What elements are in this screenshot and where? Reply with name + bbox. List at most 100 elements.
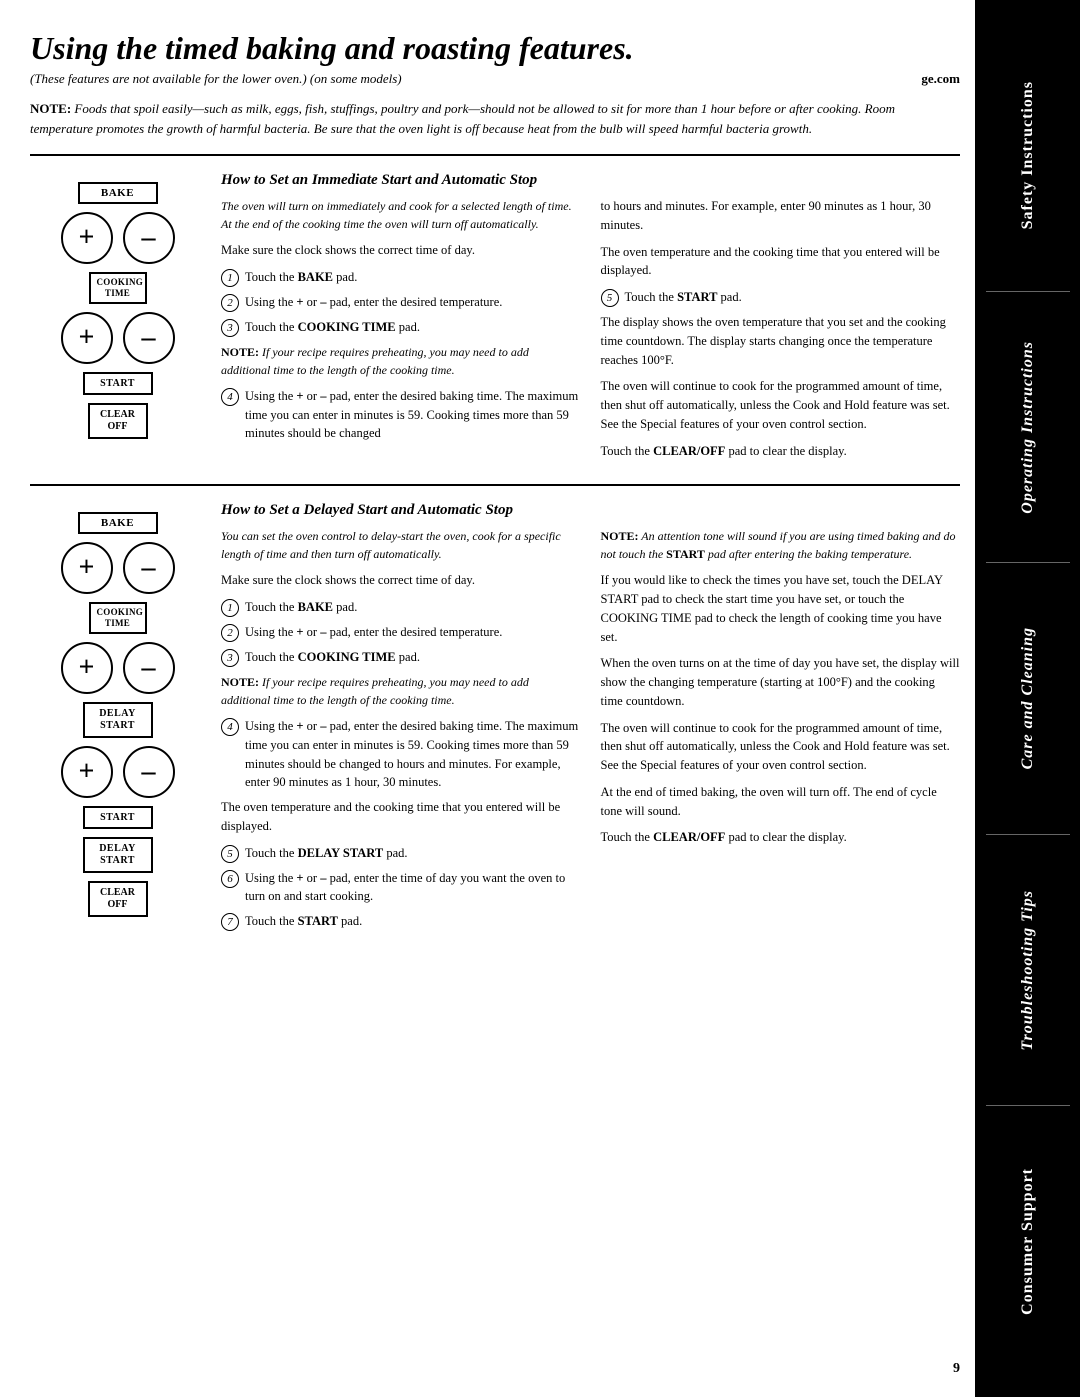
cooking-time-button-2[interactable]: COOKING TIME bbox=[89, 602, 147, 634]
cooking-time-button-1[interactable]: COOKING TIME bbox=[89, 272, 147, 304]
section1-left: The oven will turn on immediately and co… bbox=[221, 197, 581, 468]
step-2-2: 2 Using the + or – pad, enter the desire… bbox=[221, 623, 581, 642]
delay-start-button-1[interactable]: DELAY START bbox=[83, 702, 153, 738]
section2-two-col: You can set the oven control to delay-st… bbox=[221, 527, 960, 937]
step-1-4: 4 Using the + or – pad, enter the desire… bbox=[221, 387, 581, 443]
section1-right: to hours and minutes. For example, enter… bbox=[601, 197, 961, 468]
step2-text-1: Touch the BAKE pad. bbox=[245, 598, 581, 617]
step-text-1: Touch the BAKE pad. bbox=[245, 268, 581, 287]
sidebar-label-operating: Operating Instructions bbox=[1019, 341, 1037, 514]
ge-com-label: ge.com bbox=[921, 71, 960, 87]
step2-num-6: 6 bbox=[221, 870, 239, 888]
step2-num-7: 7 bbox=[221, 913, 239, 931]
sidebar-section-troubleshooting: Troubleshooting Tips bbox=[1019, 835, 1037, 1106]
plus-button-5[interactable]: + bbox=[61, 746, 113, 798]
step-1-5: 5 Touch the START pad. bbox=[601, 288, 961, 307]
step-num-4: 4 bbox=[221, 388, 239, 406]
note-text: Foods that spoil easily—such as milk, eg… bbox=[30, 101, 895, 136]
sidebar-label-consumer: Consumer Support bbox=[1019, 1168, 1037, 1315]
section2-heading: How to Set a Delayed Start and Automatic… bbox=[221, 502, 960, 519]
step-2-6: 6 Using the + or – pad, enter the time o… bbox=[221, 869, 581, 907]
right-sidebar: Safety Instructions Operating Instructio… bbox=[975, 0, 1080, 1397]
subtitle-row: (These features are not available for th… bbox=[30, 71, 960, 87]
section1-right-body4: The oven will continue to cook for the p… bbox=[601, 377, 961, 433]
section1-right-body1: to hours and minutes. For example, enter… bbox=[601, 197, 961, 235]
section1-heading: How to Set an Immediate Start and Automa… bbox=[221, 172, 960, 189]
section1-instructions: How to Set an Immediate Start and Automa… bbox=[221, 172, 960, 468]
note-block: NOTE: Foods that spoil easily—such as mi… bbox=[30, 99, 960, 138]
step-2-7: 7 Touch the START pad. bbox=[221, 912, 581, 931]
step2-text-7: Touch the START pad. bbox=[245, 912, 581, 931]
sidebar-label-care: Care and Cleaning bbox=[1019, 627, 1037, 769]
start-button-2[interactable]: START bbox=[83, 806, 153, 829]
section2-instructions: How to Set a Delayed Start and Automatic… bbox=[221, 502, 960, 937]
step-text-5: Touch the START pad. bbox=[625, 288, 961, 307]
section2-left: You can set the oven control to delay-st… bbox=[221, 527, 581, 937]
sidebar-label-safety: Safety Instructions bbox=[1019, 81, 1037, 229]
step2-num-2: 2 bbox=[221, 624, 239, 642]
section2-right-body4: At the end of timed baking, the oven wil… bbox=[601, 783, 961, 821]
step-num-5: 5 bbox=[601, 289, 619, 307]
section2-intro: You can set the oven control to delay-st… bbox=[221, 527, 581, 563]
plus-minus-row-2: + – bbox=[61, 312, 175, 364]
step-1-3: 3 Touch the COOKING TIME pad. bbox=[221, 318, 581, 337]
page-title: Using the timed baking and roasting feat… bbox=[30, 30, 960, 67]
bake-button-1[interactable]: BAKE bbox=[78, 182, 158, 204]
section1-note: NOTE: If your recipe requires preheating… bbox=[221, 343, 581, 379]
sidebar-section-care: Care and Cleaning bbox=[1019, 563, 1037, 834]
step2-num-3: 3 bbox=[221, 649, 239, 667]
plus-button-4[interactable]: + bbox=[61, 642, 113, 694]
section1-right-body2: The oven temperature and the cooking tim… bbox=[601, 243, 961, 281]
plus-button-1[interactable]: + bbox=[61, 212, 113, 264]
section1-body1: Make sure the clock shows the correct ti… bbox=[221, 241, 581, 260]
section2-right-body3: The oven will continue to cook for the p… bbox=[601, 719, 961, 775]
plus-button-3[interactable]: + bbox=[61, 542, 113, 594]
section1-right-body3: The display shows the oven temperature t… bbox=[601, 313, 961, 369]
step2-text-6: Using the + or – pad, enter the time of … bbox=[245, 869, 581, 907]
step-2-5: 5 Touch the DELAY START pad. bbox=[221, 844, 581, 863]
step-num-3: 3 bbox=[221, 319, 239, 337]
clear-off-button-2[interactable]: CLEAR OFF bbox=[88, 881, 148, 917]
plus-minus-row-4: + – bbox=[61, 642, 175, 694]
minus-button-2[interactable]: – bbox=[123, 312, 175, 364]
sidebar-section-consumer: Consumer Support bbox=[1019, 1106, 1037, 1377]
plus-minus-row-1: + – bbox=[61, 212, 175, 264]
minus-button-1[interactable]: – bbox=[123, 212, 175, 264]
step-1-2: 2 Using the + or – pad, enter the desire… bbox=[221, 293, 581, 312]
note-label: NOTE: bbox=[30, 101, 71, 116]
step2-num-5: 5 bbox=[221, 845, 239, 863]
minus-button-3[interactable]: – bbox=[123, 542, 175, 594]
section2-right: NOTE: An attention tone will sound if yo… bbox=[601, 527, 961, 937]
step-text-3: Touch the COOKING TIME pad. bbox=[245, 318, 581, 337]
plus-button-2[interactable]: + bbox=[61, 312, 113, 364]
minus-button-4[interactable]: – bbox=[123, 642, 175, 694]
step-2-1: 1 Touch the BAKE pad. bbox=[221, 598, 581, 617]
step-2-3: 3 Touch the COOKING TIME pad. bbox=[221, 648, 581, 667]
minus-button-5[interactable]: – bbox=[123, 746, 175, 798]
page-number: 9 bbox=[953, 1361, 960, 1377]
section2-note: NOTE: If your recipe requires preheating… bbox=[221, 673, 581, 709]
step2-text-3: Touch the COOKING TIME pad. bbox=[245, 648, 581, 667]
section2-right-body5: Touch the CLEAR/OFF pad to clear the dis… bbox=[601, 828, 961, 847]
step2-text-2: Using the + or – pad, enter the desired … bbox=[245, 623, 581, 642]
control-diagram-1: BAKE + – COOKING TIME + – START CLEAR OF… bbox=[30, 172, 205, 468]
step-num-1: 1 bbox=[221, 269, 239, 287]
step-text-4: Using the + or – pad, enter the desired … bbox=[245, 387, 581, 443]
step2-num-4: 4 bbox=[221, 718, 239, 736]
section1-intro: The oven will turn on immediately and co… bbox=[221, 197, 581, 233]
subtitle: (These features are not available for th… bbox=[30, 71, 402, 87]
clear-off-button-1[interactable]: CLEAR OFF bbox=[88, 403, 148, 439]
section-delayed-start: BAKE + – COOKING TIME + – DELAY START + … bbox=[30, 484, 960, 953]
step2-text-4: Using the + or – pad, enter the desired … bbox=[245, 717, 581, 792]
start-button-1[interactable]: START bbox=[83, 372, 153, 395]
plus-minus-row-3: + – bbox=[61, 542, 175, 594]
step-num-2: 2 bbox=[221, 294, 239, 312]
step-text-2: Using the + or – pad, enter the desired … bbox=[245, 293, 581, 312]
main-content: Using the timed baking and roasting feat… bbox=[0, 0, 1080, 983]
step2-text-5: Touch the DELAY START pad. bbox=[245, 844, 581, 863]
delay-start-button-2[interactable]: DELAY START bbox=[83, 837, 153, 873]
section2-right-body2: When the oven turns on at the time of da… bbox=[601, 654, 961, 710]
section2-body1: Make sure the clock shows the correct ti… bbox=[221, 571, 581, 590]
sidebar-section-operating: Operating Instructions bbox=[1019, 292, 1037, 563]
bake-button-2[interactable]: BAKE bbox=[78, 512, 158, 534]
